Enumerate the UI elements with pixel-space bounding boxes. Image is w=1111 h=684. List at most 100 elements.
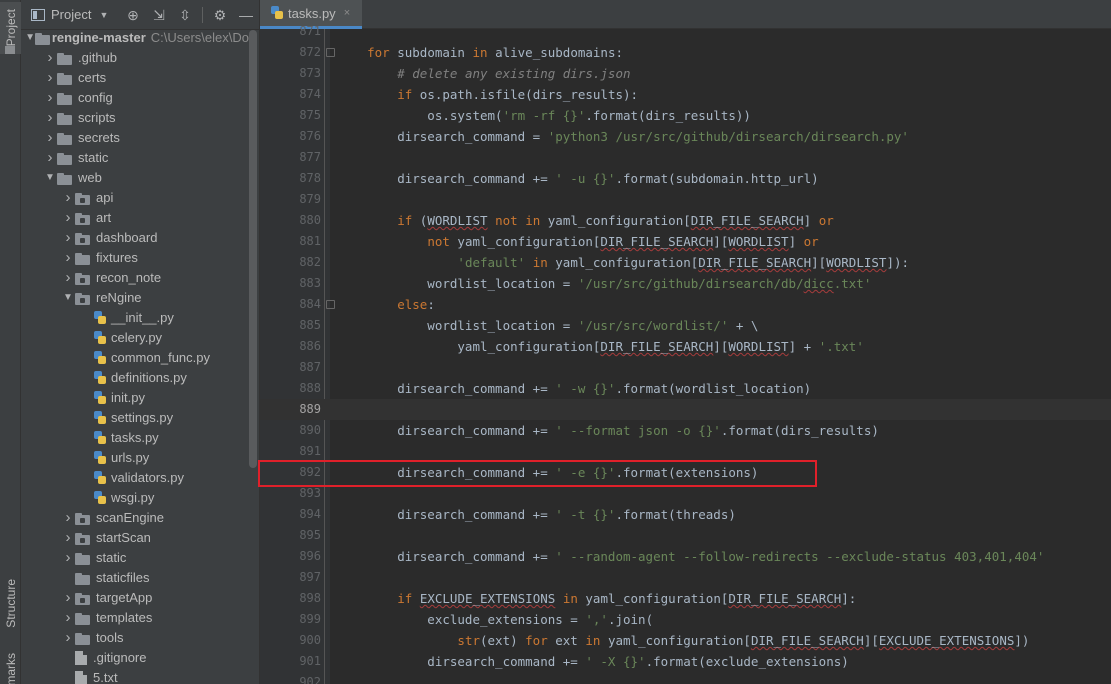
gear-icon[interactable]: ⚙ [207,7,233,24]
code-line[interactable]: 891 [260,441,1111,462]
code-line[interactable]: 899 exclude_extensions = ','.join( [260,609,1111,630]
code-text[interactable]: dirsearch_command += ' -X {}'.format(exc… [337,651,848,672]
chevron-right-icon[interactable]: › [61,188,75,208]
code-lines[interactable]: 871 872 for subdomain in alive_subdomains… [260,21,1111,684]
tree-node[interactable]: common_func.py [21,348,249,368]
tree-node[interactable]: urls.py [21,448,249,468]
locate-file-icon[interactable]: ⊕ [120,7,146,24]
code-line[interactable]: 890 dirsearch_command += ' --format json… [260,420,1111,441]
code-line[interactable]: 894 dirsearch_command += ' -t {}'.format… [260,504,1111,525]
structure-tool-tab[interactable]: Structure [0,568,21,638]
code-line[interactable]: 889 [260,399,1111,420]
tree-node[interactable]: › secrets [21,128,249,148]
tree-node[interactable]: › static [21,148,249,168]
fold-marker-icon[interactable] [326,300,335,309]
collapse-all-icon[interactable]: ⇳ [172,7,198,24]
chevron-down-icon[interactable]: ▼ [99,10,108,20]
tree-node[interactable]: init.py [21,388,249,408]
chevron-right-icon[interactable]: › [43,88,57,108]
tree-node[interactable]: ▼ web [21,168,249,188]
tree-node[interactable]: validators.py [21,468,249,488]
code-text[interactable]: dirsearch_command = 'python3 /usr/src/gi… [337,126,909,147]
tree-node[interactable]: › config [21,88,249,108]
code-line[interactable]: 880 if (WORDLIST not in yaml_configurati… [260,210,1111,231]
close-icon[interactable]: × [344,7,350,19]
code-text[interactable]: dirsearch_command += ' -t {}'.format(thr… [337,504,736,525]
tree-node[interactable]: settings.py [21,408,249,428]
code-text[interactable]: str(ext) for ext in yaml_configuration[D… [337,630,1029,651]
code-line[interactable]: 887 [260,357,1111,378]
tree-node[interactable]: staticfiles [21,568,249,588]
code-text[interactable]: not yaml_configuration[DIR_FILE_SEARCH][… [337,231,818,252]
code-line[interactable]: 873 # delete any existing dirs.json [260,63,1111,84]
bookmarks-tool-tab[interactable]: marks [0,652,21,684]
chevron-right-icon[interactable]: › [61,268,75,288]
code-text[interactable]: if os.path.isfile(dirs_results): [337,84,638,105]
code-text[interactable]: dirsearch_command += ' --random-agent --… [337,546,1044,567]
code-line[interactable]: 901 dirsearch_command += ' -X {}'.format… [260,651,1111,672]
code-line[interactable]: 882 'default' in yaml_configuration[DIR_… [260,252,1111,273]
tree-node[interactable]: › api [21,188,249,208]
tree-node[interactable]: › targetApp [21,588,249,608]
code-line[interactable]: 898 if EXCLUDE_EXTENSIONS in yaml_config… [260,588,1111,609]
tree-node[interactable]: › fixtures [21,248,249,268]
code-text[interactable]: dirsearch_command += ' -w {}'.format(wor… [337,378,811,399]
project-panel-title[interactable]: Project [51,7,91,22]
code-text[interactable]: 'default' in yaml_configuration[DIR_FILE… [337,252,909,273]
chevron-right-icon[interactable]: › [43,128,57,148]
tree-node[interactable]: __init__.py [21,308,249,328]
chevron-right-icon[interactable]: › [61,588,75,608]
code-line[interactable]: 888 dirsearch_command += ' -w {}'.format… [260,378,1111,399]
expand-all-icon[interactable]: ⇲ [146,7,172,24]
code-text[interactable]: # delete any existing dirs.json [337,63,630,84]
code-text[interactable]: yaml_configuration[DIR_FILE_SEARCH][WORD… [337,336,863,357]
chevron-right-icon[interactable]: › [61,548,75,568]
tree-node[interactable]: 5.txt [21,668,249,684]
code-text[interactable]: exclude_extensions = ','.join( [337,609,653,630]
chevron-right-icon[interactable]: › [61,608,75,628]
fold-marker-icon[interactable] [326,48,335,57]
code-line[interactable]: 897 [260,567,1111,588]
code-line[interactable]: 879 [260,189,1111,210]
chevron-right-icon[interactable]: › [61,508,75,528]
code-line[interactable]: 875 os.system('rm -rf {}'.format(dirs_re… [260,105,1111,126]
code-text[interactable]: wordlist_location = '/usr/src/github/dir… [337,273,871,294]
tree-node[interactable]: definitions.py [21,368,249,388]
code-text[interactable]: if (WORDLIST not in yaml_configuration[D… [337,210,834,231]
code-line[interactable]: 886 yaml_configuration[DIR_FILE_SEARCH][… [260,336,1111,357]
code-line[interactable]: 878 dirsearch_command += ' -u {}'.format… [260,168,1111,189]
code-line[interactable]: 877 [260,147,1111,168]
code-text[interactable]: dirsearch_command += ' --format json -o … [337,420,879,441]
code-line[interactable]: 883 wordlist_location = '/usr/src/github… [260,273,1111,294]
code-text[interactable]: wordlist_location = '/usr/src/wordlist/'… [337,315,758,336]
tree-node[interactable]: › dashboard [21,228,249,248]
code-line[interactable]: 900 str(ext) for ext in yaml_configurati… [260,630,1111,651]
chevron-down-icon[interactable]: ▼ [25,28,35,48]
chevron-right-icon[interactable]: › [61,208,75,228]
project-tree-scrollbar[interactable] [249,30,257,468]
code-line[interactable]: 872 for subdomain in alive_subdomains: [260,42,1111,63]
code-line[interactable]: 871 [260,21,1111,42]
tree-node[interactable]: › static [21,548,249,568]
code-text[interactable]: for subdomain in alive_subdomains: [337,42,623,63]
tree-node[interactable]: › scripts [21,108,249,128]
chevron-right-icon[interactable]: › [43,108,57,128]
chevron-right-icon[interactable]: › [43,48,57,68]
tree-node[interactable]: › scanEngine [21,508,249,528]
code-text[interactable]: dirsearch_command += ' -u {}'.format(sub… [337,168,818,189]
code-text[interactable]: if EXCLUDE_EXTENSIONS in yaml_configurat… [337,588,856,609]
tree-node[interactable]: › recon_note [21,268,249,288]
tree-node[interactable]: tasks.py [21,428,249,448]
code-line[interactable]: 874 if os.path.isfile(dirs_results): [260,84,1111,105]
tree-node[interactable]: .gitignore [21,648,249,668]
code-line[interactable]: 884 else: [260,294,1111,315]
tree-node[interactable]: › templates [21,608,249,628]
project-tool-tab[interactable]: Project [0,2,21,54]
code-line[interactable]: 902 [260,672,1111,684]
tree-node[interactable]: › tools [21,628,249,648]
chevron-right-icon[interactable]: › [43,68,57,88]
tree-node[interactable]: ▼ reNgine [21,288,249,308]
code-line[interactable]: 885 wordlist_location = '/usr/src/wordli… [260,315,1111,336]
chevron-right-icon[interactable]: › [61,528,75,548]
tree-node[interactable]: › certs [21,68,249,88]
